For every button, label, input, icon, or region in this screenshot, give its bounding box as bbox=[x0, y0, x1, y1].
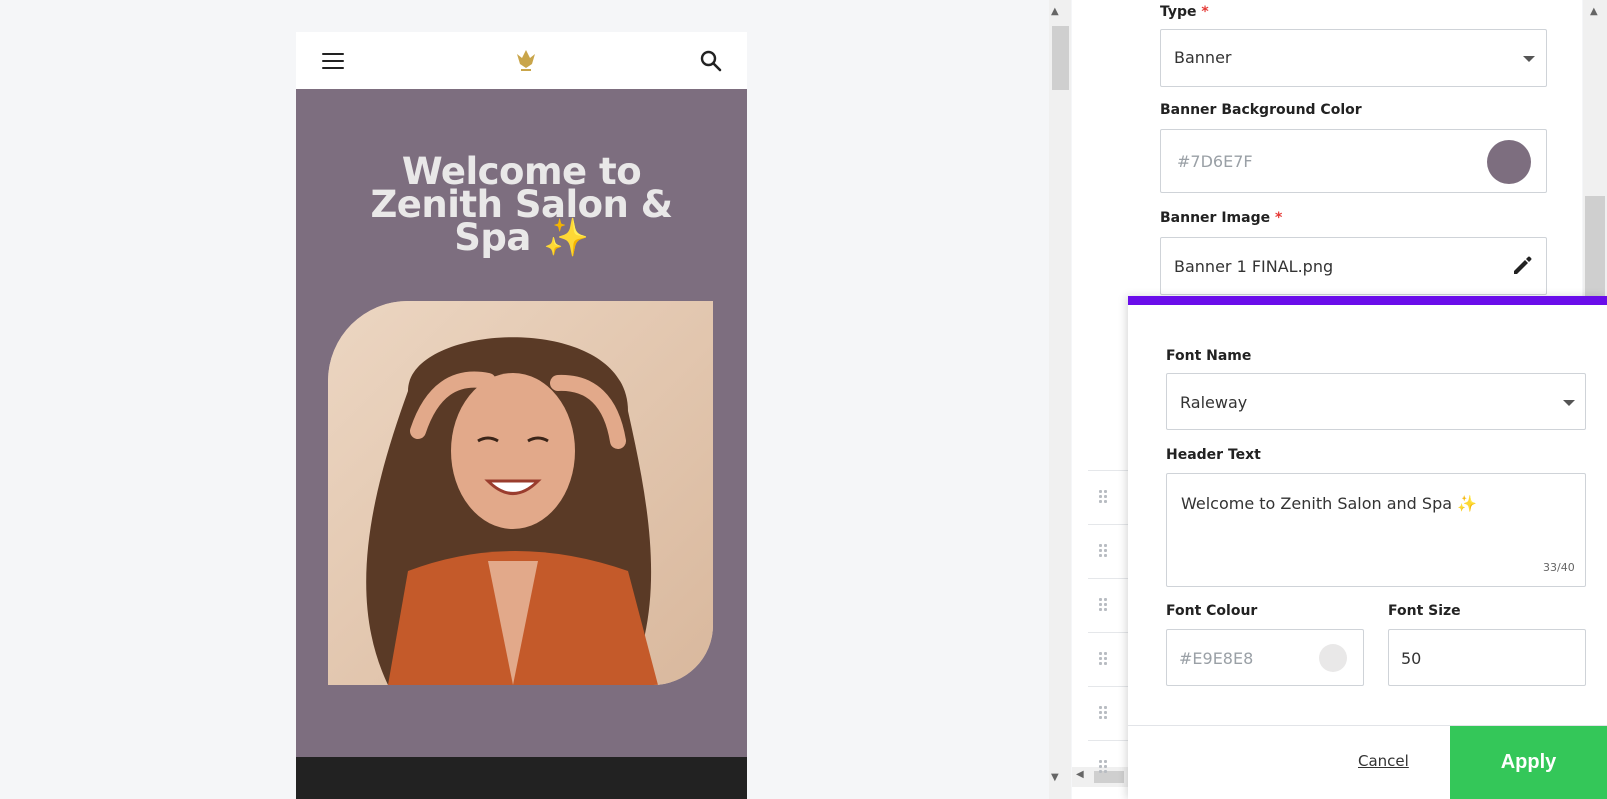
scroll-left-arrow-icon[interactable]: ◀ bbox=[1076, 769, 1084, 780]
banner-title: Welcome to Zenith Salon & Spa ✨ bbox=[370, 150, 673, 259]
drag-handle-icon[interactable] bbox=[1088, 470, 1128, 523]
site-header bbox=[296, 32, 747, 89]
banner-image-label: Banner Image * bbox=[1160, 210, 1283, 226]
drag-handle-icon[interactable] bbox=[1088, 740, 1128, 793]
font-name-select[interactable]: Raleway bbox=[1166, 373, 1586, 430]
drag-handle-icon[interactable] bbox=[1088, 632, 1128, 685]
phone-preview: Welcome to Zenith Salon & Spa ✨ bbox=[296, 32, 747, 799]
hamburger-icon[interactable] bbox=[322, 53, 344, 69]
drag-handle-icon[interactable] bbox=[1088, 578, 1128, 631]
drag-handle-icon[interactable] bbox=[1088, 524, 1128, 577]
font-colour-label: Font Colour bbox=[1166, 603, 1258, 619]
pencil-icon[interactable] bbox=[1511, 255, 1533, 281]
font-colour-field[interactable]: #E9E8E8 bbox=[1166, 629, 1364, 686]
phoenix-logo[interactable] bbox=[513, 46, 539, 74]
char-counter: 33/40 bbox=[1543, 561, 1575, 574]
scroll-up-arrow-icon[interactable]: ▲ bbox=[1051, 6, 1059, 17]
panel-scroll-up-icon[interactable]: ▲ bbox=[1590, 6, 1598, 17]
apply-button[interactable]: Apply bbox=[1450, 726, 1607, 799]
header-text-input[interactable]: Welcome to Zenith Salon and Spa ✨ 33/40 bbox=[1166, 473, 1586, 587]
drag-handle-icon[interactable] bbox=[1088, 686, 1128, 739]
search-icon[interactable] bbox=[699, 49, 723, 73]
scroll-down-arrow-icon[interactable]: ▼ bbox=[1051, 772, 1059, 783]
banner-bg-color-label: Banner Background Color bbox=[1160, 102, 1362, 118]
chevron-down-icon bbox=[1563, 400, 1575, 406]
hero-image bbox=[328, 301, 713, 685]
vertical-scrollbar[interactable] bbox=[1049, 0, 1071, 799]
site-footer bbox=[296, 757, 747, 799]
color-swatch[interactable] bbox=[1487, 140, 1531, 184]
font-size-label: Font Size bbox=[1388, 603, 1461, 619]
type-label: Type * bbox=[1160, 4, 1209, 20]
type-select[interactable]: Banner bbox=[1160, 29, 1547, 87]
chevron-down-icon bbox=[1523, 56, 1535, 62]
font-size-input[interactable]: 50 bbox=[1388, 629, 1586, 686]
font-name-label: Font Name bbox=[1166, 348, 1252, 364]
banner-bg-color-field[interactable]: #7D6E7F bbox=[1160, 129, 1547, 193]
banner-image-field[interactable]: Banner 1 FINAL.png bbox=[1160, 237, 1547, 295]
color-swatch[interactable] bbox=[1319, 644, 1347, 672]
header-text-label: Header Text bbox=[1166, 447, 1261, 463]
cancel-button[interactable]: Cancel bbox=[1358, 752, 1409, 770]
overlay-accent-bar bbox=[1128, 296, 1607, 305]
